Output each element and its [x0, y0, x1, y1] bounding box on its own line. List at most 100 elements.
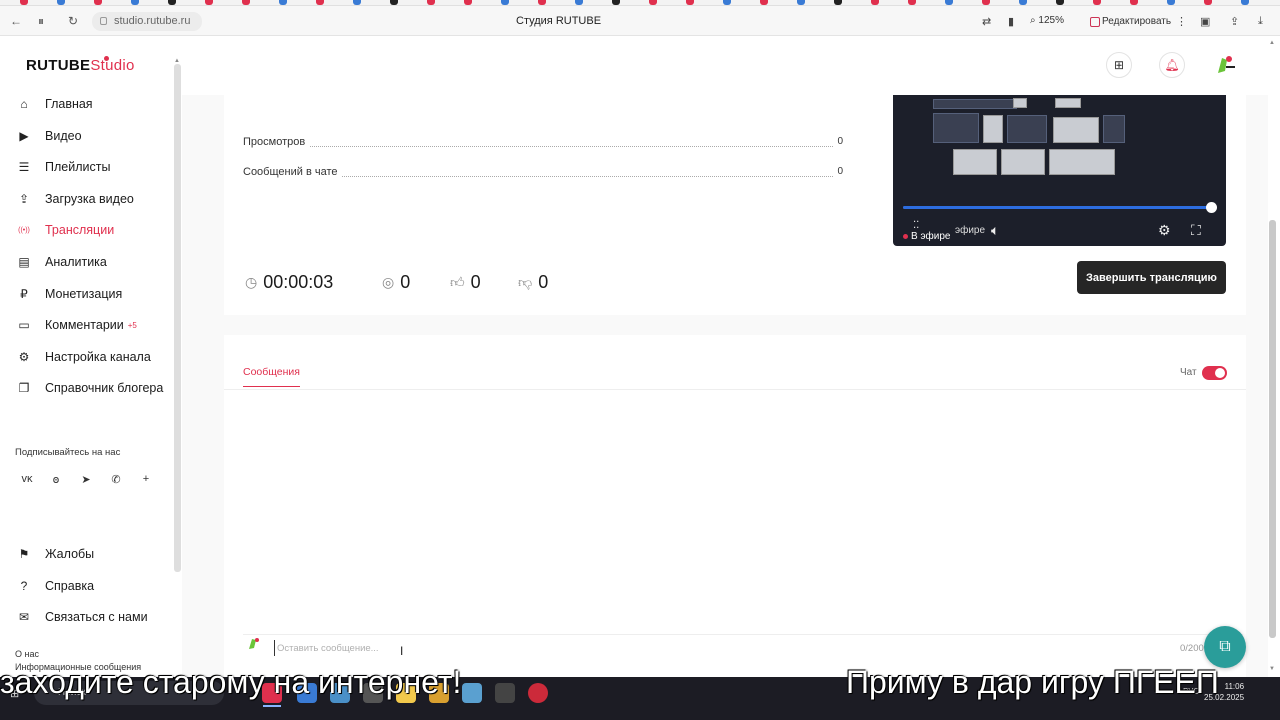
media-icon[interactable]: ▣	[1200, 15, 1210, 28]
viewers-metric: ◎ 0	[382, 271, 410, 293]
stat-chat-label: Сообщений в чате	[243, 166, 342, 178]
browser-tab-favicon[interactable]	[20, 0, 28, 5]
sidebar-item-label: Настройка канала	[45, 349, 151, 364]
browser-tab-favicon[interactable]	[1167, 0, 1175, 5]
logo[interactable]: RUTUBE Studio	[26, 56, 135, 74]
sidebar-item-label: Трансляции	[45, 223, 115, 238]
vk-icon[interactable]: ᴠᴋ	[20, 473, 34, 485]
obs-taskbar-icon[interactable]	[528, 683, 548, 703]
sidebar-item-0[interactable]: ⌂ Главная	[17, 94, 92, 114]
browser-tab-favicon[interactable]	[649, 0, 657, 5]
browser-tab-favicon[interactable]	[686, 0, 694, 5]
main-scroll-down[interactable]: ▼	[1269, 666, 1275, 672]
browser-tab-favicon[interactable]	[464, 0, 472, 5]
sidebar-item-label: Аналитика	[45, 255, 107, 269]
sidebar-item-5[interactable]: ▤ Аналитика	[17, 252, 107, 272]
browser-tab-favicon[interactable]	[1019, 0, 1027, 5]
main-scrollbar[interactable]	[1269, 220, 1276, 638]
browser-tab-favicon[interactable]	[612, 0, 620, 5]
progress-fill	[903, 206, 1216, 209]
browser-tab-favicon[interactable]	[908, 0, 916, 5]
flag-icon: ⚑	[18, 547, 30, 561]
browser-tab-favicon[interactable]	[242, 0, 250, 5]
more-icon[interactable]: ⋮	[1176, 15, 1187, 28]
address-bar[interactable]: studio.rutube.ru	[92, 12, 202, 31]
browser-tab-favicon[interactable]	[168, 0, 176, 5]
app-taskbar-icon[interactable]	[495, 683, 515, 703]
sidebar-item-3[interactable]: ⇪ Загрузка видео	[17, 189, 134, 209]
browser-tab-favicon[interactable]	[1093, 0, 1101, 5]
volume-icon[interactable]: 🔈︎	[991, 222, 999, 239]
fullscreen-icon[interactable]: ⛶	[1191, 222, 1201, 239]
bookmark-icon[interactable]: ▮	[1008, 15, 1014, 28]
sidebar-item-2[interactable]: ✉ Связаться с нами	[17, 607, 148, 627]
chat-toggle[interactable]	[1202, 366, 1227, 380]
stream-preview-player[interactable]: ⁚⁚ В эфире эфире 🔈︎ ⚙ ⛶	[893, 95, 1226, 246]
browser-tab-favicon[interactable]	[982, 0, 990, 5]
browser-tab-favicon[interactable]	[575, 0, 583, 5]
browser-tab-favicon[interactable]	[1204, 0, 1212, 5]
sidebar-item-8[interactable]: ⚙ Настройка канала	[17, 347, 151, 367]
browser-tab-favicon[interactable]	[390, 0, 398, 5]
sidebar-item-2[interactable]: ☰ Плейлисты	[17, 157, 111, 177]
comments-icon: ▭	[18, 318, 30, 333]
sidebar-scrollbar[interactable]	[174, 64, 181, 572]
thumbs-up-icon: 👍︎	[450, 273, 465, 290]
back-icon[interactable]: ←	[10, 14, 22, 28]
share-icon[interactable]: ⇪	[1230, 15, 1239, 28]
browser-tab-favicon[interactable]	[131, 0, 139, 5]
more-social-icon[interactable]: +	[139, 473, 153, 485]
ok-icon[interactable]: ꙩ	[49, 473, 63, 486]
browser-tab-favicon[interactable]	[279, 0, 287, 5]
browser-tab-favicon[interactable]	[871, 0, 879, 5]
support-chat-button[interactable]: ⧉	[1204, 626, 1246, 668]
browser-tab-favicon[interactable]	[834, 0, 842, 5]
user-avatar[interactable]	[1214, 54, 1236, 76]
browser-tab-favicon[interactable]	[1241, 0, 1249, 5]
browser-tab-favicon[interactable]	[353, 0, 361, 5]
translate-icon[interactable]: ⇄	[982, 15, 991, 28]
download-icon[interactable]: ⤓	[1258, 15, 1263, 28]
browser-tab-favicon[interactable]	[94, 0, 102, 5]
sidebar: RUTUBE Studio ⌂ Главная ▶ Видео ☰ Плейлисты ⇪ За…	[0, 37, 182, 677]
browser-tab-favicon[interactable]	[1130, 0, 1138, 5]
message-input[interactable]	[274, 640, 1154, 656]
browser-tab-favicon[interactable]	[1056, 0, 1064, 5]
browser-tab-favicon[interactable]	[797, 0, 805, 5]
edit-button[interactable]: Редактировать	[1088, 12, 1177, 31]
add-content-button[interactable]: ⊞	[1106, 52, 1132, 78]
browser-tab-favicon[interactable]	[501, 0, 509, 5]
sidebar-item-1[interactable]: ? Справка	[17, 576, 94, 596]
browser-tab-favicon[interactable]	[945, 0, 953, 5]
progress-bar[interactable]	[903, 202, 1217, 213]
browser-tab-favicon[interactable]	[205, 0, 213, 5]
text-cursor-icon: I	[400, 644, 404, 658]
main-scroll-up[interactable]: ▲	[1269, 40, 1275, 46]
sidebar-item-4[interactable]: ((•)) Трансляции	[17, 220, 114, 240]
notifications-button[interactable]: 🔔︎	[1159, 52, 1185, 78]
viewer-icon: ◎	[382, 273, 395, 290]
active-app-indicator	[263, 705, 281, 707]
telegram-icon[interactable]: ➤	[79, 473, 93, 486]
browser-tab-favicon[interactable]	[538, 0, 546, 5]
sidebar-item-9[interactable]: ❐ Справочник блогера	[17, 378, 164, 398]
sidebar-item-1[interactable]: ▶ Видео	[17, 126, 81, 146]
viber-icon[interactable]: ✆	[109, 473, 123, 486]
end-stream-button[interactable]: Завершить трансляцию	[1077, 261, 1226, 294]
app-taskbar-icon[interactable]	[462, 683, 482, 703]
browser-tab-favicon[interactable]	[316, 0, 324, 5]
progress-knob[interactable]	[1206, 202, 1217, 213]
sidebar-item-7[interactable]: ▭ Комментарии +5	[17, 315, 137, 335]
reload-icon[interactable]: ↻	[68, 14, 78, 28]
settings-icon[interactable]: ⚙	[1158, 222, 1171, 239]
browser-tab-favicon[interactable]	[723, 0, 731, 5]
browser-tab-favicon[interactable]	[760, 0, 768, 5]
browser-tab-favicon[interactable]	[57, 0, 65, 5]
sidebar-item-6[interactable]: ₽ Монетизация	[17, 284, 122, 304]
footer-link-about[interactable]: О нас	[15, 649, 39, 659]
zoom-level[interactable]: ⌕ 125%	[1030, 15, 1064, 26]
pause-icon[interactable]: ⏸	[38, 14, 44, 29]
tab-messages[interactable]: Сообщения	[243, 366, 300, 387]
sidebar-item-0[interactable]: ⚑ Жалобы	[17, 544, 95, 564]
browser-tab-favicon[interactable]	[427, 0, 435, 5]
